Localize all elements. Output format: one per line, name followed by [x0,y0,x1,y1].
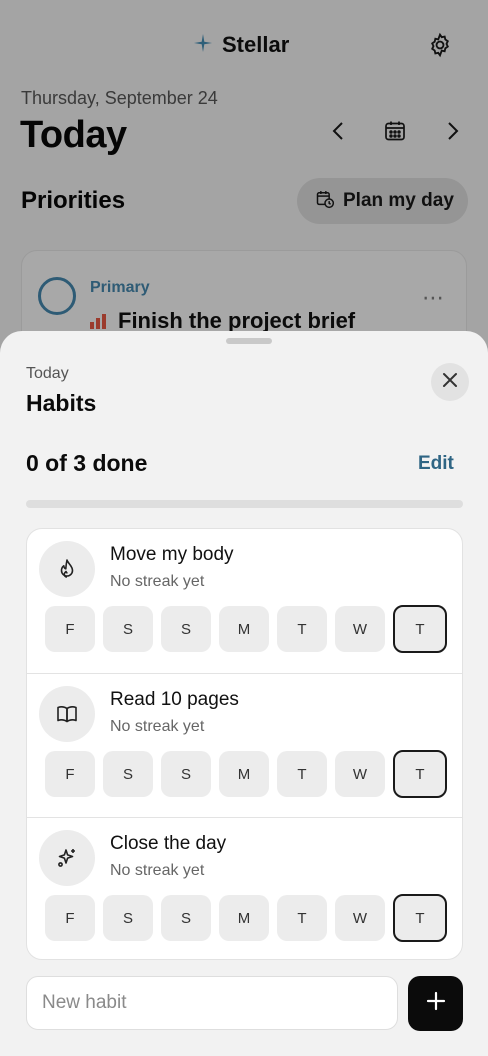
day-toggle[interactable]: T [277,895,327,941]
habit-row[interactable]: Close the day No streak yet F S S M T W … [27,817,462,959]
app-name: Stellar [222,32,290,57]
habits-progress-bar [26,500,463,508]
more-options-icon[interactable]: ⋯ [422,285,445,311]
flame-icon [39,541,95,597]
close-icon [442,372,458,393]
priorities-heading: Priorities [21,187,126,214]
day-toggle[interactable]: T [393,605,447,653]
habit-streak: No streak yet [110,718,205,735]
day-toggle[interactable]: W [335,895,385,941]
task-complete-checkbox[interactable] [38,277,76,315]
day-toggle[interactable]: M [219,751,269,797]
sheet-title: Habits [26,390,97,416]
day-toggle[interactable]: S [161,606,211,652]
day-toggle[interactable]: S [161,895,211,941]
day-toggle[interactable]: T [277,751,327,797]
sparkles-icon [39,830,95,886]
task-category: Primary [90,279,150,296]
habit-row[interactable]: Move my body No streak yet F S S M T W T [27,529,462,673]
plan-my-day-button[interactable]: Plan my day [297,178,468,224]
habit-days: F S S M T W T [45,894,447,942]
habit-streak: No streak yet [110,862,205,879]
habit-streak: No streak yet [110,573,205,590]
day-toggle[interactable]: T [393,750,447,798]
calendar-icon[interactable] [382,118,408,144]
day-toggle[interactable]: S [103,751,153,797]
sheet-grabber[interactable] [226,338,272,344]
habits-sheet: Today Habits 0 of 3 done Edit Move my bo… [0,331,488,1056]
add-habit-button[interactable] [408,976,463,1031]
day-toggle[interactable]: S [161,751,211,797]
plan-my-day-label: Plan my day [343,190,454,211]
chevron-right-icon[interactable] [440,118,466,144]
gear-icon[interactable] [427,32,453,58]
day-toggle[interactable]: W [335,751,385,797]
page-title: Today [20,114,127,156]
day-toggle[interactable]: F [45,606,95,652]
day-toggle[interactable]: T [277,606,327,652]
day-toggle[interactable]: T [393,894,447,942]
current-date: Thursday, September 24 [21,88,218,108]
habits-done-count: 0 of 3 done [26,450,148,476]
priority-bars-icon [90,313,106,329]
calendar-clock-icon [315,189,335,214]
day-toggle[interactable]: S [103,895,153,941]
habit-days: F S S M T W T [45,605,447,653]
day-toggle[interactable]: F [45,751,95,797]
book-icon [39,686,95,742]
day-toggle[interactable]: M [219,606,269,652]
app-brand: Stellar [194,30,289,60]
habit-name: Move my body [110,544,234,565]
day-toggle[interactable]: M [219,895,269,941]
habit-row[interactable]: Read 10 pages No streak yet F S S M T W … [27,673,462,817]
day-toggle[interactable]: S [103,606,153,652]
sparkle-icon [194,30,212,60]
plus-icon [426,991,446,1016]
sheet-subtitle: Today [26,365,69,382]
day-toggle[interactable]: W [335,606,385,652]
habit-name: Close the day [110,833,227,854]
day-toggle[interactable]: F [45,895,95,941]
new-habit-input[interactable] [26,976,398,1030]
edit-button[interactable]: Edit [418,453,454,475]
habits-list: Move my body No streak yet F S S M T W T… [26,528,463,960]
habit-name: Read 10 pages [110,689,239,710]
close-button[interactable] [431,363,469,401]
top-bar: Stellar [0,28,488,64]
chevron-left-icon[interactable] [325,118,351,144]
habit-days: F S S M T W T [45,750,447,798]
